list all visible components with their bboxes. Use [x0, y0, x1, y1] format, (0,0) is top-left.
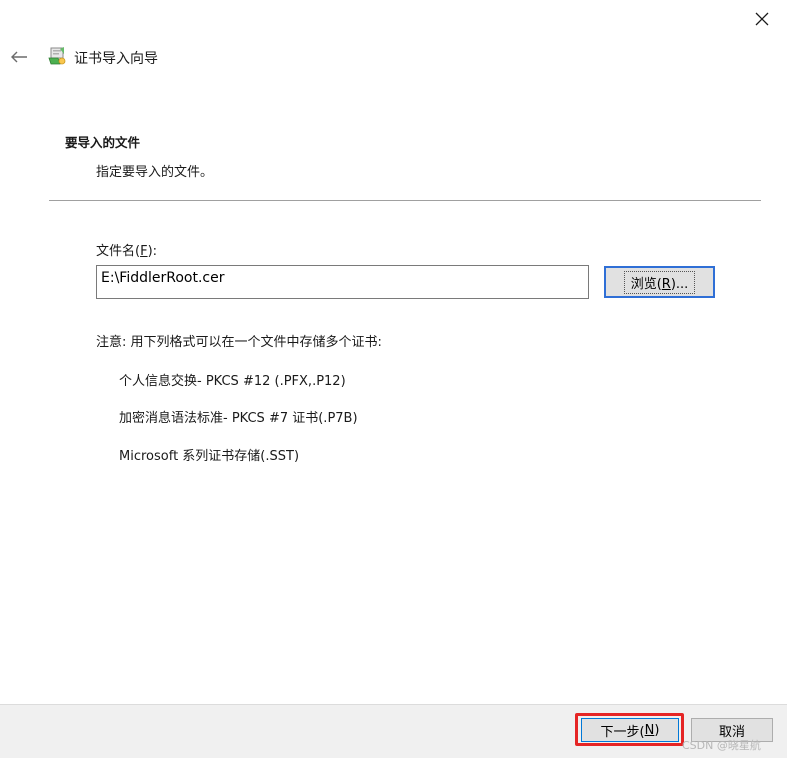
watermark: CSDN @晓星航: [682, 739, 761, 752]
file-name-label-hotkey: F: [140, 244, 148, 259]
format-pkcs12: 个人信息交换- PKCS #12 (.PFX,.P12): [119, 374, 346, 389]
browse-label-prefix: 浏览(: [630, 276, 662, 292]
browse-label-suffix: )...: [670, 276, 689, 292]
format-pkcs7: 加密消息语法标准- PKCS #7 证书(.P7B): [119, 411, 358, 426]
file-name-input[interactable]: [96, 265, 589, 299]
multi-cert-note: 注意: 用下列格式可以在一个文件中存储多个证书:: [96, 335, 382, 350]
section-description: 指定要导入的文件。: [96, 165, 214, 180]
next-label-suffix: ): [654, 722, 660, 738]
browse-button-label: 浏览(R)...: [623, 270, 696, 294]
close-button[interactable]: [751, 8, 773, 30]
format-sst: Microsoft 系列证书存储(.SST): [119, 449, 300, 464]
next-label-hotkey: N: [644, 722, 655, 738]
divider: [49, 200, 761, 201]
back-button[interactable]: [8, 46, 30, 68]
section-title: 要导入的文件: [65, 135, 141, 150]
certificate-import-wizard-dialog: 证书导入向导 要导入的文件 指定要导入的文件。 文件名(F): 浏览(R)...…: [0, 0, 787, 758]
next-button[interactable]: 下一步(N): [581, 718, 679, 742]
certificate-wizard-icon: [48, 47, 66, 65]
file-name-label: 文件名(F):: [96, 240, 157, 259]
wizard-title: 证书导入向导: [74, 51, 158, 67]
back-arrow-icon: [11, 51, 27, 63]
browse-label-hotkey: R: [661, 276, 671, 292]
browse-button[interactable]: 浏览(R)...: [604, 266, 715, 298]
file-name-label-suffix: ):: [147, 244, 158, 259]
next-label-prefix: 下一步(: [600, 724, 645, 740]
close-icon: [755, 12, 769, 26]
file-name-label-prefix: 文件名(: [96, 244, 141, 259]
